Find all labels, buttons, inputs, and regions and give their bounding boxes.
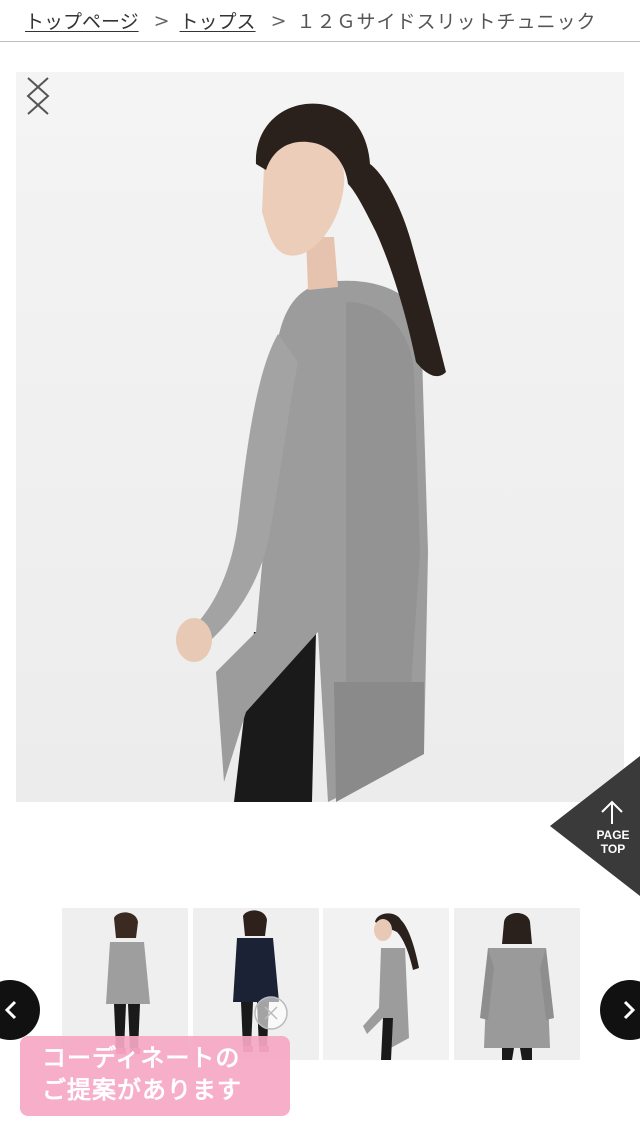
coordinate-suggestion-banner[interactable]: コーディネートの ご提案があります <box>20 1036 290 1116</box>
page-top-line1: PAGE <box>596 828 630 842</box>
breadcrumb-current: １２Ｇサイドスリットチュニック <box>296 11 597 33</box>
page-top-button[interactable]: PAGE TOP <box>550 756 640 896</box>
coordinate-banner-line1: コーディネートの <box>42 1044 241 1072</box>
carousel-prev-button[interactable] <box>0 980 40 1040</box>
chevron-right-icon <box>623 1000 636 1020</box>
page-top-label: PAGE TOP <box>590 828 636 856</box>
arrow-up-icon <box>601 800 623 824</box>
close-icon[interactable] <box>252 994 290 1032</box>
thumbnail-image-gray-side <box>323 908 449 1060</box>
breadcrumb: トップページ > トップス > １２Ｇサイドスリットチュニック <box>0 0 640 42</box>
chevron-left-icon <box>4 1000 17 1020</box>
thumbnail-3[interactable] <box>323 908 449 1060</box>
thumbnail-image-gray-back <box>454 908 580 1060</box>
coordinate-banner-line2: ご提案があります <box>42 1076 242 1104</box>
chevron-right-icon[interactable] <box>16 72 60 120</box>
thumbnail-4[interactable] <box>454 908 580 1060</box>
main-product-image[interactable] <box>16 72 624 802</box>
carousel-next-button[interactable] <box>600 980 640 1040</box>
breadcrumb-link-top-page[interactable]: トップページ <box>25 7 139 34</box>
breadcrumb-separator: > <box>270 9 287 32</box>
page-top-background <box>550 756 640 896</box>
breadcrumb-link-tops[interactable]: トップス <box>180 7 256 34</box>
model-photo <box>176 103 446 802</box>
breadcrumb-separator: > <box>153 9 170 32</box>
page-top-line2: TOP <box>600 842 626 856</box>
